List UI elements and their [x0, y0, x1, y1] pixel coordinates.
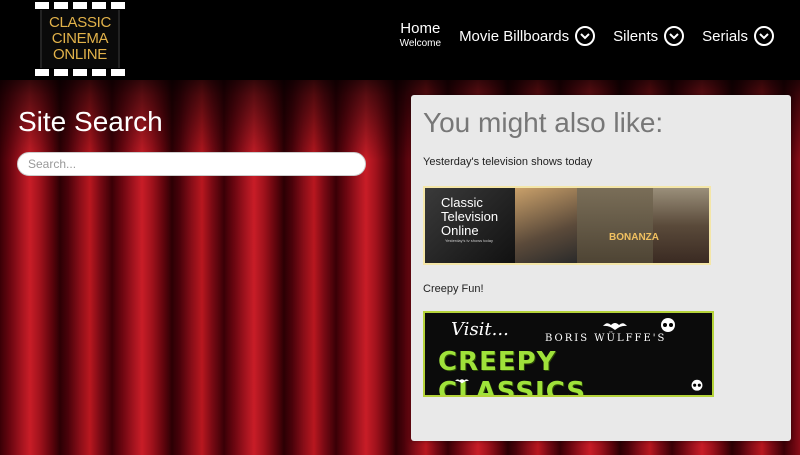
banner-creepy-visit: Visit...: [451, 319, 509, 340]
bat-icon: [455, 379, 469, 384]
banner-tv-photo-3: [577, 188, 653, 263]
nav-movie-billboards[interactable]: Movie Billboards: [459, 20, 596, 52]
nav-serials-label: Serials: [702, 27, 748, 45]
nav-silents-label: Silents: [613, 27, 659, 45]
nav-serials[interactable]: Serials: [702, 20, 774, 52]
bat-icon: [603, 323, 627, 330]
promo-banner-creepy-classics[interactable]: Visit... BORIS WÜLFFE'S CREEPY CLASSICS: [423, 311, 714, 397]
banner-creepy-title: CREEPY CLASSICS: [438, 347, 587, 397]
nav-silents[interactable]: Silents: [613, 20, 685, 52]
promo-banner-classic-tv[interactable]: Classic Television Online Yesterday's tv…: [423, 186, 711, 265]
chevron-down-icon[interactable]: [754, 26, 774, 46]
banner-creepy-host: BORIS WÜLFFE'S: [545, 333, 667, 344]
nav-movie-billboards-label: Movie Billboards: [459, 27, 570, 45]
sidebar-title: You might also like:: [423, 107, 664, 138]
banner-tv-show-name: BONANZA: [609, 232, 659, 243]
banner-tv-title: Classic Television Online: [441, 195, 499, 238]
nav-home[interactable]: Home Welcome: [400, 20, 442, 52]
banner-tv-photo-4: [653, 188, 709, 263]
search-heading: Site Search: [18, 106, 163, 137]
related-sidebar: You might also like: Yesterday's televis…: [411, 95, 791, 441]
main-nav: Home Welcome Movie Billboards Silents Se…: [400, 20, 774, 52]
logo-film-frame: CLASSIC CINEMA ONLINE: [40, 10, 120, 68]
banner-tv-tagline: Yesterday's tv shows today: [445, 238, 493, 243]
promo-caption-tv: Yesterday's television shows today: [423, 156, 593, 168]
skull-icon: [691, 379, 703, 391]
banner-tv-photo-2: [515, 188, 577, 263]
chevron-down-icon[interactable]: [575, 26, 596, 46]
nav-home-label: Home: [400, 20, 441, 37]
skull-icon: [661, 318, 675, 332]
search-input[interactable]: [17, 152, 366, 176]
logo-line-3: ONLINE: [52, 46, 108, 63]
logo-line-2: CINEMA: [51, 30, 109, 47]
logo-line-1: CLASSIC: [48, 14, 112, 31]
nav-home-sublabel: Welcome: [399, 38, 442, 49]
site-logo[interactable]: CLASSIC CINEMA ONLINE: [35, 2, 125, 76]
chevron-down-icon[interactable]: [664, 26, 685, 46]
promo-caption-creepy: Creepy Fun!: [423, 283, 484, 295]
site-header: CLASSIC CINEMA ONLINE Home Welcome Movie…: [0, 0, 800, 80]
